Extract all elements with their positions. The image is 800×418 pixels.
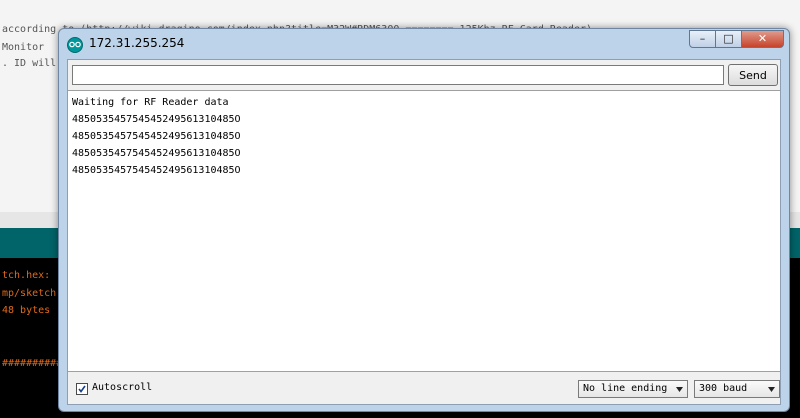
baud-rate-dropdown[interactable]: 300 baud	[694, 380, 780, 398]
baud-rate-value: 300 baud	[699, 383, 748, 394]
output-line: 485053545754545249561310485O	[72, 114, 241, 125]
bottom-toolbar: Autoscroll No line ending 300 baud	[68, 372, 780, 404]
title-bar[interactable]: 172.31.255.254 – □ ✕	[59, 29, 789, 59]
line-ending-dropdown[interactable]: No line ending	[578, 380, 688, 398]
minimize-button[interactable]: –	[689, 30, 716, 48]
line-ending-value: No line ending	[583, 383, 668, 394]
autoscroll-label: Autoscroll	[92, 382, 153, 393]
autoscroll-checkbox[interactable]	[76, 383, 88, 395]
close-icon: ✕	[757, 32, 768, 45]
output-line: Waiting for RF Reader data	[72, 97, 229, 108]
window-title: 172.31.255.254	[89, 36, 185, 50]
serial-output-area[interactable]: Waiting for RF Reader data 4850535457545…	[68, 90, 780, 372]
monitor-client-area: Send Waiting for RF Reader data 48505354…	[67, 59, 781, 405]
maximize-button[interactable]: □	[715, 30, 742, 48]
serial-monitor-window: 172.31.255.254 – □ ✕ Send Waiting for RF…	[58, 28, 790, 412]
minimize-icon: –	[699, 32, 706, 45]
close-button[interactable]: ✕	[741, 30, 784, 48]
console-line: 48 bytes	[2, 305, 51, 316]
chevron-down-icon	[768, 387, 775, 392]
background-code-line: Monitor	[2, 42, 45, 53]
output-line: 485053545754545249561310485O	[72, 148, 241, 159]
maximize-icon: □	[723, 32, 734, 45]
chevron-down-icon	[676, 387, 683, 392]
output-line: 485053545754545249561310485O	[72, 131, 241, 142]
console-line: tch.hex:	[2, 270, 51, 281]
arduino-icon	[67, 37, 83, 53]
output-line: 485053545754545249561310485O	[72, 165, 241, 176]
send-input[interactable]	[72, 65, 724, 85]
send-button[interactable]: Send	[728, 64, 778, 86]
checkmark-icon	[78, 385, 86, 393]
